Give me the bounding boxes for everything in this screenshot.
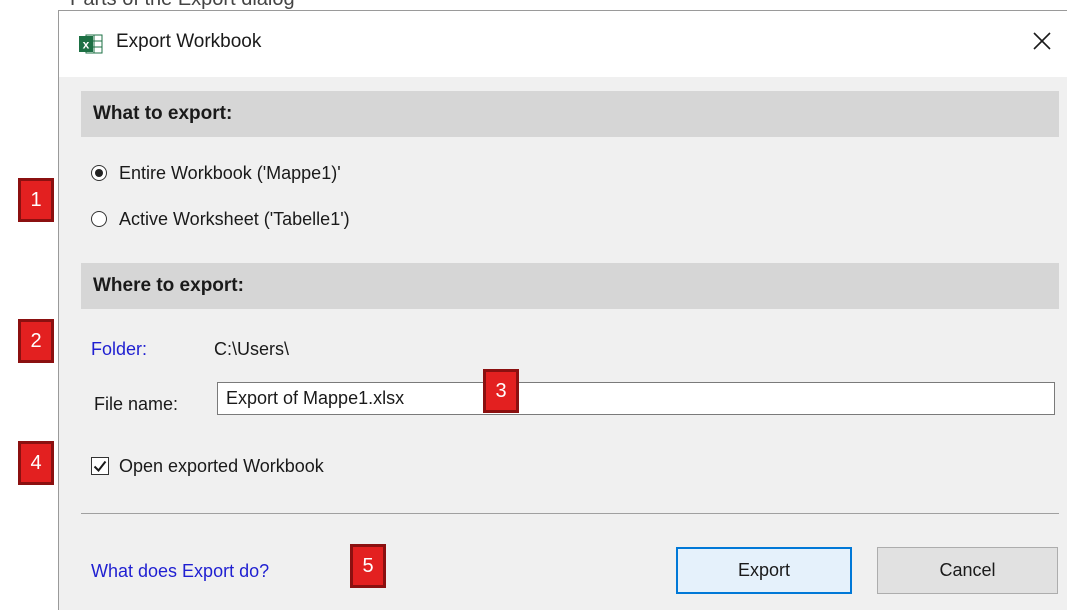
radio-entire-workbook[interactable]: Entire Workbook ('Mappe1)'	[91, 160, 341, 186]
close-icon	[1033, 32, 1051, 50]
where-to-export-header: Where to export:	[81, 263, 1059, 309]
folder-link[interactable]: Folder:	[91, 339, 147, 360]
file-name-input[interactable]	[217, 382, 1055, 415]
excel-icon: x	[79, 34, 103, 54]
file-name-label: File name:	[94, 394, 179, 414]
footer-divider	[81, 513, 1059, 514]
open-exported-checkbox[interactable]: Open exported Workbook	[91, 453, 324, 479]
export-workbook-dialog: x Export Workbook What to export: Entire…	[58, 11, 1067, 610]
radio-unselected-icon	[91, 211, 107, 227]
checkbox-box	[91, 457, 109, 475]
export-button[interactable]: Export	[676, 547, 852, 594]
what-to-export-header: What to export:	[81, 91, 1059, 137]
callout-marker-1: 1	[18, 178, 54, 222]
title-bar: x Export Workbook	[59, 11, 1067, 77]
cancel-button[interactable]: Cancel	[877, 547, 1058, 594]
radio-label: Entire Workbook ('Mappe1)'	[119, 162, 341, 183]
callout-marker-2: 2	[18, 319, 54, 363]
folder-path: C:\Users\	[214, 339, 290, 359]
checkbox-label: Open exported Workbook	[119, 455, 324, 476]
help-link[interactable]: What does Export do?	[91, 561, 269, 582]
callout-marker-3: 3	[483, 369, 519, 413]
callout-marker-5: 5	[350, 544, 386, 588]
checkmark-icon	[93, 460, 107, 473]
svg-text:x: x	[83, 38, 90, 52]
radio-active-worksheet[interactable]: Active Worksheet ('Tabelle1')	[91, 206, 350, 232]
radio-selected-icon	[91, 165, 107, 181]
dialog-title: Export Workbook	[116, 31, 262, 52]
close-button[interactable]	[1019, 19, 1065, 63]
callout-marker-4: 4	[18, 441, 54, 485]
radio-label: Active Worksheet ('Tabelle1')	[119, 208, 350, 229]
